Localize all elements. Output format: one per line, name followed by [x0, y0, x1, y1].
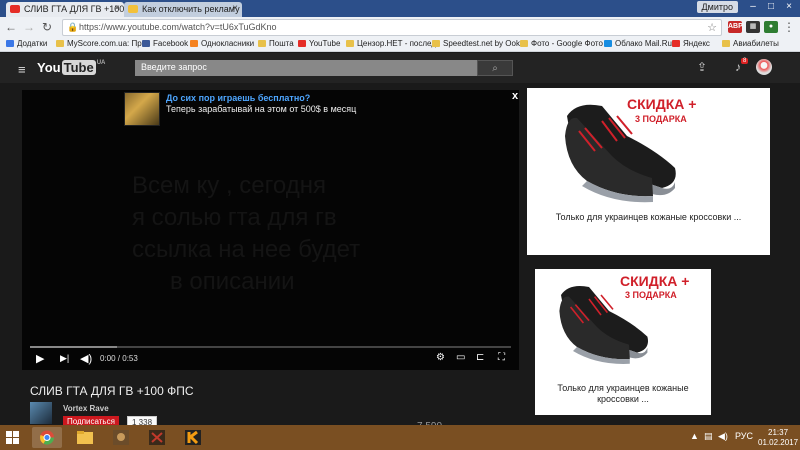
theater-mode-icon[interactable]: ▭ [456, 352, 465, 363]
close-overlay-icon[interactable]: x [512, 90, 518, 102]
channel-avatar[interactable] [30, 402, 52, 424]
bookmark-item[interactable]: Фото - Google Фото [520, 39, 603, 48]
channel-name[interactable]: Vortex Rave [63, 404, 109, 413]
bookmark-item[interactable]: Однокласники [190, 39, 254, 48]
game-taskbar-icon[interactable] [106, 427, 136, 448]
k-app-taskbar-icon[interactable] [178, 427, 208, 448]
url-text: https://www.youtube.com/watch?v=tU6xTuGd… [79, 22, 277, 32]
minimize-icon[interactable]: – [744, 0, 762, 14]
tray-arrow-icon[interactable]: ▲ [690, 431, 699, 441]
tab-title: СЛИВ ГТА ДЛЯ ГВ +100 [24, 4, 124, 14]
forward-icon[interactable]: → [22, 20, 36, 34]
volume-icon[interactable]: ◀) [80, 352, 92, 365]
toolbar: ← → ↻ 🔒 https://www.youtube.com/watch?v=… [0, 17, 800, 38]
extension-icon[interactable]: ● [764, 21, 778, 33]
close-tab-icon[interactable]: × [232, 3, 238, 14]
next-icon[interactable]: ▶| [60, 353, 69, 364]
network-icon[interactable]: ▤ [704, 431, 713, 442]
sidebar-ad[interactable]: СКИДКА + 3 ПОДАРКА Только для украинцев … [527, 88, 770, 255]
avatar[interactable] [756, 59, 772, 75]
bookmark-apps[interactable]: Додатки [6, 39, 47, 48]
reload-icon[interactable]: ↻ [40, 20, 54, 34]
overlay-ad-title[interactable]: До сих пор играешь бесплатно? [166, 93, 310, 103]
progress-bar[interactable] [30, 346, 511, 348]
taskbar: ▲ ▤ ◀) РУС 21:37 01.02.2017 [0, 425, 800, 450]
chrome-taskbar-icon[interactable] [32, 427, 62, 448]
bookmark-item[interactable]: Facebook [142, 39, 188, 48]
time-display: 0:00 / 0:53 [100, 354, 138, 363]
fullscreen-icon[interactable]: ⛶ [498, 352, 505, 363]
bookmark-item[interactable]: MyScore.com.ua: Пр [56, 39, 142, 48]
bookmark-item[interactable]: Яндекс [672, 39, 710, 48]
overlay-ad-thumbnail[interactable] [124, 92, 160, 126]
profile-button[interactable]: Дмитро [696, 1, 738, 13]
video-title: СЛИВ ГТА ДЛЯ ГВ +100 ФПС [30, 384, 194, 398]
hamburger-menu-icon[interactable]: ≡ [18, 62, 26, 77]
video-player[interactable]: До сих пор играешь бесплатно? Теперь зар… [22, 90, 519, 370]
windows-start-icon[interactable] [6, 431, 20, 445]
extension-icon[interactable]: ▦ [746, 21, 760, 33]
tab-bar: СЛИВ ГТА ДЛЯ ГВ +100 × Как отключить рек… [0, 0, 800, 17]
bookmark-item[interactable]: Пошта [258, 39, 294, 48]
volume-tray-icon[interactable]: ◀) [718, 431, 728, 442]
search-input[interactable]: Введите запрос [135, 60, 477, 76]
adblock-extension-icon[interactable]: ABP [728, 21, 743, 33]
bookmark-item[interactable]: Цензор.НЕТ - послед [346, 39, 436, 48]
tab-youtube[interactable]: СЛИВ ГТА ДЛЯ ГВ +100 × [6, 2, 124, 17]
bookmark-item[interactable]: YouTube [298, 39, 340, 48]
progress-fill [30, 346, 117, 348]
adblock-favicon-icon [128, 5, 138, 13]
tab-title: Как отключить рекламу [142, 4, 240, 14]
back-icon[interactable]: ← [4, 20, 18, 34]
close-window-icon[interactable]: × [780, 0, 798, 14]
notification-count-badge: 8 [741, 58, 749, 64]
file-explorer-taskbar-icon[interactable] [70, 427, 100, 448]
sidebar-ad[interactable]: СКИДКА + 3 ПОДАРКА Только для украинцев … [535, 269, 711, 415]
bookmarks-bar: Додатки MyScore.com.ua: Пр Facebook Одно… [0, 38, 800, 52]
ad-discount-text: СКИДКА + [620, 273, 690, 289]
youtube-logo[interactable]: You Tube UA [37, 60, 105, 75]
youtube-header: ≡ You Tube UA Введите запрос ⌕ ⇪ ♪ 8 [0, 53, 800, 83]
bookmark-item[interactable]: Облако Mail.Ru [604, 39, 672, 48]
ad-gift-text: 3 ПОДАРКА [625, 290, 677, 300]
menu-icon[interactable]: ⋮ [782, 20, 796, 34]
cast-icon[interactable]: ⊏ [476, 352, 484, 363]
close-tab-icon[interactable]: × [114, 3, 120, 14]
address-bar[interactable]: 🔒 https://www.youtube.com/watch?v=tU6xTu… [62, 19, 722, 36]
overlay-ad[interactable]: До сих пор играешь бесплатно? Теперь зар… [124, 92, 424, 128]
ad-gift-text: 3 ПОДАРКА [635, 114, 687, 124]
ad-caption[interactable]: Только для украинцев кожаные кроссовки .… [545, 383, 701, 405]
ad-discount-text: СКИДКА + [627, 96, 697, 112]
search-icon[interactable]: ⌕ [477, 60, 513, 76]
play-icon[interactable]: ▶ [36, 352, 44, 365]
video-frame-text: Всем ку , сегодня я солью гта для гв ссы… [132, 172, 361, 295]
tab-adblock[interactable]: Как отключить рекламу × [124, 2, 242, 17]
bookmark-item[interactable]: Авиабилеты [722, 39, 779, 48]
secure-lock-icon: 🔒 [67, 22, 79, 32]
game-taskbar-icon[interactable] [142, 427, 172, 448]
ad-caption[interactable]: Только для украинцев кожаные кроссовки .… [547, 212, 750, 223]
player-controls: ▶ ▶| ◀) 0:00 / 0:53 ⚙ ▭ ⊏ ⛶ [22, 350, 519, 370]
sneaker-image [565, 104, 676, 203]
clock[interactable]: 21:37 01.02.2017 [758, 428, 798, 448]
settings-gear-icon[interactable]: ⚙ [436, 352, 445, 363]
bookmark-star-icon[interactable]: ☆ [707, 21, 717, 34]
bookmark-item[interactable]: Speedtest.net by Ook [432, 39, 520, 48]
language-indicator[interactable]: РУС [735, 431, 753, 441]
upload-icon[interactable]: ⇪ [697, 60, 707, 74]
overlay-ad-text[interactable]: Теперь зарабатывай на этом от 500$ в мес… [166, 104, 356, 114]
maximize-icon[interactable]: □ [762, 0, 780, 14]
youtube-favicon-icon [10, 5, 20, 13]
